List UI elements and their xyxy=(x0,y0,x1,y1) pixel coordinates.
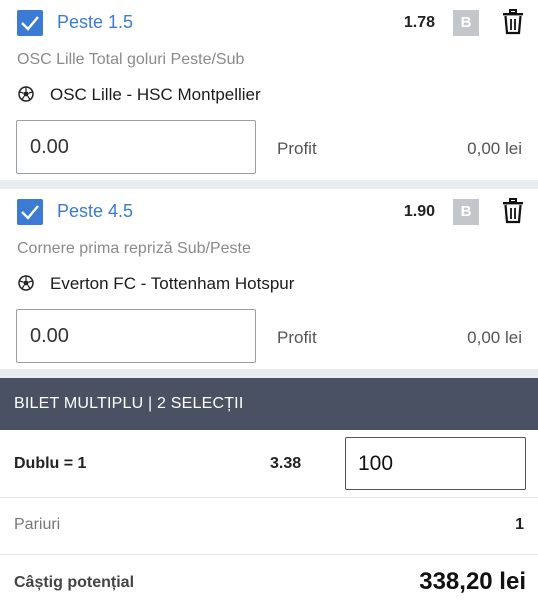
selection-name: Peste 1.5 xyxy=(57,12,134,32)
bet-summary: Dublu = 1 3.38 100 Pariuri 1 Câștig pote… xyxy=(0,430,538,609)
soccer-ball-icon xyxy=(18,275,34,291)
divider xyxy=(0,497,538,498)
match-name: OSC Lille - HSC Montpellier xyxy=(50,85,261,104)
match-name: Everton FC - Tottenham Hotspur xyxy=(50,274,295,293)
selection-odd: 1.78 xyxy=(403,14,435,31)
potential-win-value: 338,20 lei xyxy=(419,568,526,595)
bet-builder-badge[interactable]: B xyxy=(453,199,479,225)
trash-icon[interactable] xyxy=(501,198,525,224)
profit-label: Profit xyxy=(277,139,317,158)
checkbox-checked-icon[interactable] xyxy=(17,199,43,225)
multi-bet-header: BILET MULTIPLU | 2 SELECȚII xyxy=(0,378,538,430)
profit-label: Profit xyxy=(277,328,317,347)
soccer-ball-icon xyxy=(18,86,34,102)
profit-value: 0,00 lei xyxy=(467,328,522,347)
combo-odd: 3.38 xyxy=(270,455,302,472)
potential-win-label: Câștig potențial xyxy=(14,574,135,591)
market-name: OSC Lille Total goluri Peste/Sub xyxy=(17,51,245,68)
bet-card: Peste 4.5 1.90 B Cornere prima repriză S… xyxy=(0,189,538,369)
bet-card: Peste 1.5 1.78 B OSC Lille Total goluri … xyxy=(0,0,538,180)
stake-input[interactable]: 0.00 xyxy=(16,309,256,363)
bet-builder-badge[interactable]: B xyxy=(453,10,479,36)
multi-bet-title: BILET MULTIPLU | 2 SELECȚII xyxy=(14,395,244,412)
divider xyxy=(0,554,538,555)
bets-count-value: 1 xyxy=(515,516,524,533)
market-name: Cornere prima repriză Sub/Peste xyxy=(17,240,251,257)
combo-label: Dublu = 1 xyxy=(14,455,87,472)
checkbox-checked-icon[interactable] xyxy=(17,10,43,36)
profit-value: 0,00 lei xyxy=(467,139,522,158)
bets-count-label: Pariuri xyxy=(14,516,61,533)
stake-input[interactable]: 0.00 xyxy=(16,120,256,174)
selection-odd: 1.90 xyxy=(403,203,435,220)
selection-name: Peste 4.5 xyxy=(57,201,134,221)
trash-icon[interactable] xyxy=(501,9,525,35)
combo-stake-input[interactable]: 100 xyxy=(345,437,526,490)
